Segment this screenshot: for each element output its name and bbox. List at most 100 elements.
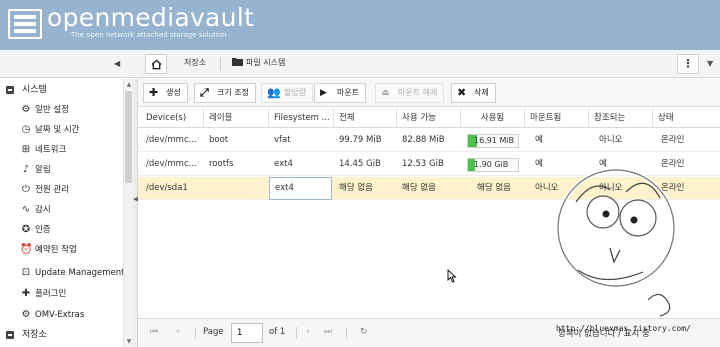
cell-filesystem[interactable]: ext4 [269,177,332,200]
app-header: openmediavault The open network attached… [0,0,720,50]
home-icon [150,59,162,70]
chevron-down-icon[interactable]: ▼ [707,59,713,68]
mount-button[interactable]: ▶ 마운트 [314,83,367,103]
certificate-icon: ✪ [21,224,31,235]
paging-divider [195,327,196,339]
sidebar-item-network[interactable]: ⊞ 네트워크 [0,140,123,160]
breadcrumb-storage[interactable]: 저장소 [178,54,212,74]
column-header-available[interactable]: 사용 가능 [397,108,461,128]
sidebar-category-label: 저장소 [22,330,47,340]
sidebar-item-date-time[interactable]: ◷ 날짜 및 시간 [0,120,123,140]
sidebar-item-label: 예약된 작업 [35,245,77,255]
resize-icon: ⤢ [200,86,209,99]
previous-page-icon[interactable]: ‹ [176,327,180,337]
gear-icon: ⚙ [21,309,31,320]
more-menu-button[interactable]: ⋮ [677,54,699,74]
mouse-cursor-icon [447,269,457,283]
gear-icon: ⚙ [21,104,31,115]
sidebar-item-power[interactable]: ⏻ 전원 관리 [0,180,123,200]
breadcrumb-filesystem[interactable]: 파일 시스템 [226,54,291,74]
usage-bar: 16.91 MiB [467,134,519,148]
column-header-device[interactable]: Device(s) [141,108,204,128]
sidebar-category-system[interactable]: 시스템 [0,81,123,99]
app-title: openmediavault [47,3,255,32]
cell-total: 해당 없음 [339,183,373,193]
scroll-up-icon[interactable]: ▲ [125,81,133,88]
sidebar-item-label: 네트워크 [35,145,67,155]
refresh-icon[interactable]: ↻ [360,327,368,337]
sidebar-item-monitoring[interactable]: ∿ 감시 [0,200,123,220]
resize-button[interactable]: ⤢ 크기 조정 [194,83,256,103]
app-subtitle: The open network attached storage soluti… [71,31,227,39]
create-button[interactable]: ✚ 생성 [143,83,188,103]
cell-label: rootfs [209,159,234,169]
eject-icon: ⏏ [381,88,390,98]
calendar-icon: ⏰ [20,244,33,255]
cell-referenced: 아니오 [599,135,623,145]
sidebar-item-general-settings[interactable]: ⚙ 일반 설정 [0,100,123,120]
scroll-down-icon[interactable]: ▼ [125,338,133,345]
cell-filesystem: ext4 [274,159,293,169]
sidebar-item-update-management[interactable]: ⊡ Update Management [0,263,125,283]
sidebar-category-storage[interactable]: 저장소 [0,326,123,344]
home-button[interactable] [145,54,167,74]
column-header-total[interactable]: 전체 [334,108,397,128]
column-header-mounted[interactable]: 마운트됨 [525,108,589,128]
sidebar-scrollbar[interactable]: ▲ ▼ [123,79,133,347]
unmount-label: 마운트 해제 [398,88,438,97]
sidebar-item-omv-extras[interactable]: ⚙ OMV-Extras [0,305,123,325]
kebab-icon: ⋮ [682,57,694,70]
cell-device: /dev/mmc... [146,159,197,169]
first-page-icon[interactable]: ⏮ [150,327,158,337]
sidebar-item-label: 전원 관리 [35,185,69,195]
collapse-sidebar-icon[interactable]: ◀ [114,59,120,68]
column-header-status[interactable]: 상태 [653,108,720,128]
column-header-referenced[interactable]: 참조되는 [589,108,653,128]
create-label: 생성 [166,88,181,97]
paging-divider [296,327,297,339]
usage-bar-text: 1.90 GiB [474,160,509,169]
collapse-icon [6,86,14,94]
plugin-icon: ✚ [21,288,31,299]
action-toolbar: ✚ 생성 ⤢ 크기 조정 👥 할당량 ▶ 마운트 ⏏ 마운트 해제 ✖ 삭제 [138,79,720,107]
chart-icon: ∿ [21,204,31,215]
power-icon: ⏻ [22,184,30,195]
scroll-thumb[interactable] [125,91,132,183]
column-header-label[interactable]: 레이블 [204,108,269,128]
clock-icon: ◷ [21,124,31,135]
breadcrumb-filesystem-label: 파일 시스템 [246,58,286,67]
play-icon: ▶ [320,88,327,98]
sidebar-item-label: 날짜 및 시간 [35,125,80,135]
sidebar-item-certificates[interactable]: ✪ 인증 [0,220,123,240]
cell-total: 14.45 GiB [339,159,381,169]
bell-icon: ♪ [22,164,30,175]
column-header-filesystem[interactable]: Filesystem ... [269,108,334,128]
cell-label [204,177,269,200]
page-number-input[interactable] [231,323,263,343]
cell-available: 82.88 MiB [402,135,445,145]
unmount-button[interactable]: ⏏ 마운트 해제 [375,83,445,103]
cell-used: 해당 없음 [477,183,511,193]
breadcrumb-bar: ◀ 저장소 파일 시스템 ⋮ ▼ [0,50,720,78]
last-page-icon[interactable]: ⏭ [324,327,332,337]
logo-icon [8,9,42,39]
next-page-icon[interactable]: › [306,327,310,337]
plus-icon: ✚ [149,86,159,99]
collapse-icon [6,331,14,339]
watermark-drawing [556,168,676,317]
cell-filesystem: vfat [274,135,291,145]
sidebar-item-notifications[interactable]: ♪ 알림 [0,160,123,180]
usage-bar: 1.90 GiB [467,158,519,172]
table-row[interactable]: /dev/mmc... boot vfat 99.79 MiB 82.88 Mi… [138,129,720,152]
sidebar-item-label: Update Management [35,268,125,278]
page-label: Page [203,327,224,337]
sidebar-item-scheduled-jobs[interactable]: ⏰ 예약된 작업 [0,240,123,260]
breadcrumb-divider [220,58,221,70]
sidebar-category-label: 시스템 [22,85,47,95]
cell-status: 온라인 [661,135,685,145]
quota-button[interactable]: 👥 할당량 [261,83,314,103]
sidebar-item-plugins[interactable]: ✚ 플러그인 [0,284,123,304]
watermark-url: http://bluexmas.tistory.com/ [556,324,691,333]
delete-button[interactable]: ✖ 삭제 [451,83,496,103]
column-header-used[interactable]: 사용됨 [461,108,525,128]
